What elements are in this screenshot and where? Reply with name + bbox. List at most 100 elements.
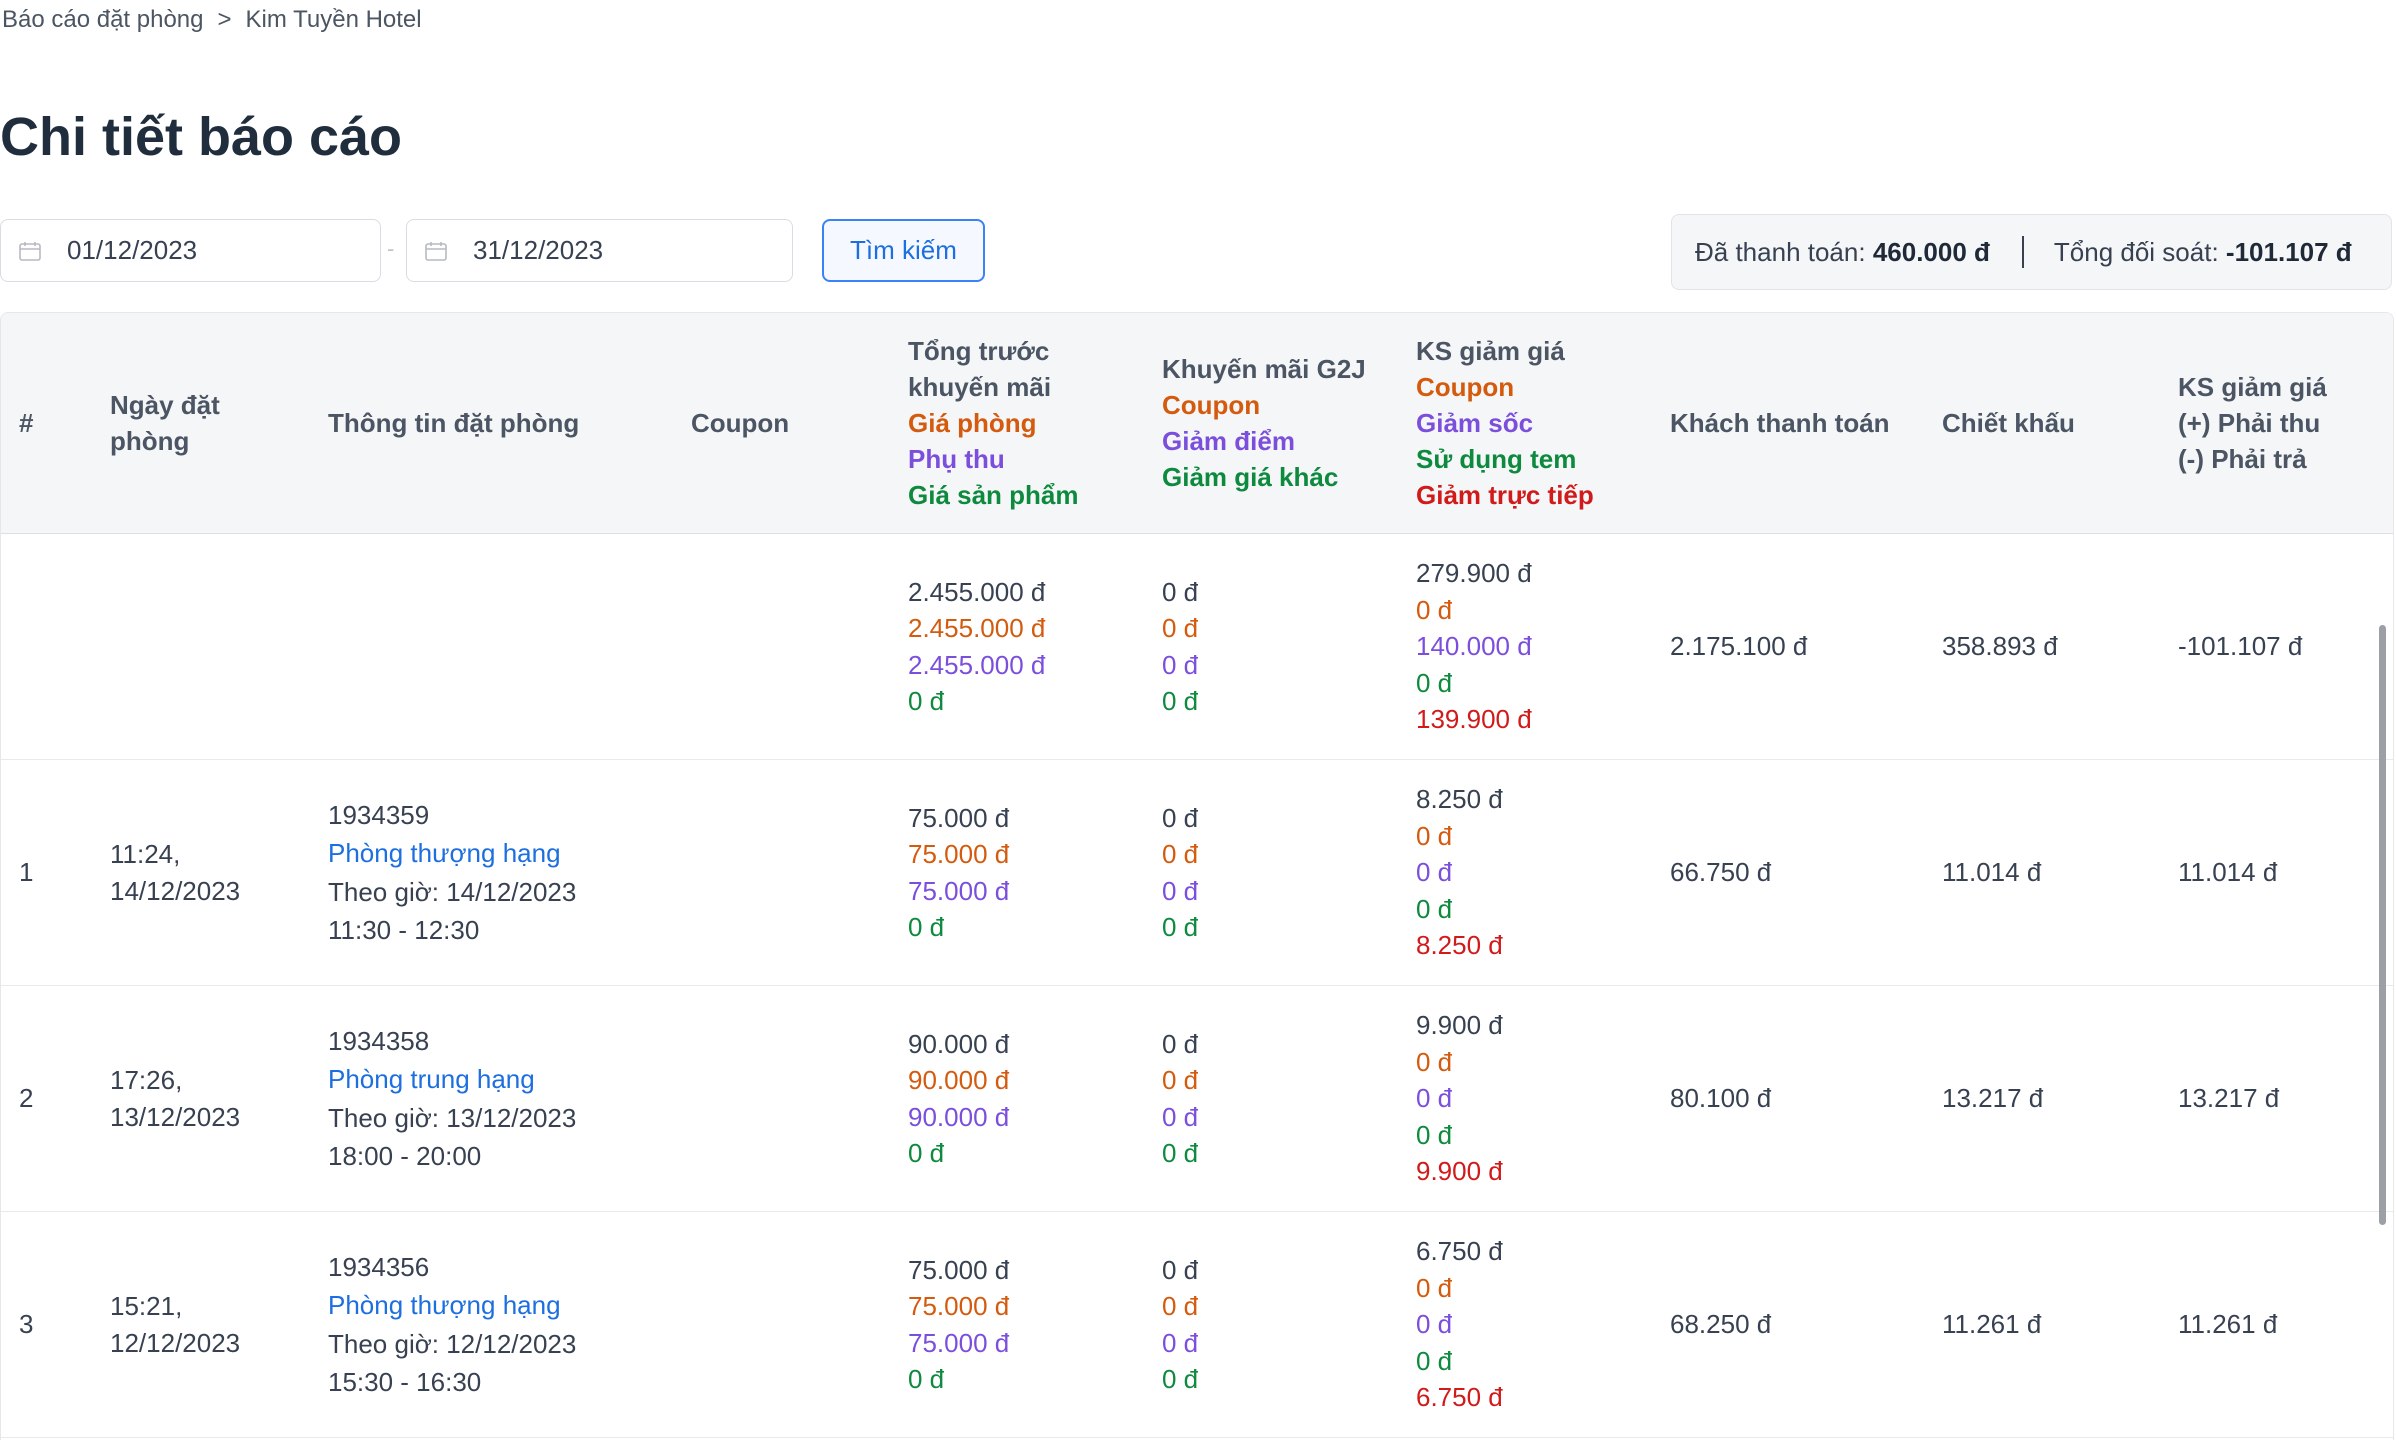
cell-value: 2.455.000 đ xyxy=(908,649,1046,680)
row-index: 3 xyxy=(19,1309,34,1340)
cell-value: 0 đ xyxy=(1416,667,1453,698)
breadcrumb-separator: > xyxy=(217,6,232,33)
table-summary-row: 2.455.000 đ 2.455.000 đ 2.455.000 đ 0 đ … xyxy=(1,534,2393,760)
cell-value: 0 đ xyxy=(1162,1291,1199,1321)
summary-pay-cell: 2.175.100 đ xyxy=(1670,534,1807,759)
row-date-cell: 15:21, 12/12/2023 xyxy=(110,1212,240,1437)
cell-value: 2.175.100 đ xyxy=(1670,631,1808,662)
cell-value: 75.000 đ xyxy=(908,839,1010,869)
header-index-label: # xyxy=(19,408,34,438)
cell-value: 66.750 đ xyxy=(1670,857,1772,888)
summary-divider xyxy=(2021,236,2024,268)
header-room-price: Giá phòng xyxy=(908,408,1037,438)
start-date-input[interactable] xyxy=(67,235,347,266)
row-final-cell: 11.261 đ xyxy=(2178,1212,2277,1437)
row-pay-cell: 66.750 đ xyxy=(1670,760,1771,985)
cell-value: 68.250 đ xyxy=(1670,1309,1772,1340)
cell-value: 9.900 đ xyxy=(1416,1010,1503,1041)
summary-box: Đã thanh toán: 460.000 đ Tổng đối soát: … xyxy=(1671,214,2392,290)
row-date-cell: 11:24, 14/12/2023 xyxy=(110,760,240,985)
search-button[interactable]: Tìm kiếm xyxy=(822,219,985,282)
row-index-cell: 1 xyxy=(19,760,33,985)
header-g2j-other: Giảm giá khác xyxy=(1162,462,1339,492)
header-final: KS giảm giá (+) Phải thu (-) Phải trả xyxy=(2178,313,2327,533)
cell-value: 0 đ xyxy=(1162,839,1199,869)
header-ks-coupon: Coupon xyxy=(1416,372,1515,402)
row-discount-cell: 11.014 đ xyxy=(1942,760,2041,985)
cell-value: 90.000 đ xyxy=(908,1065,1010,1095)
room-link[interactable]: Phòng trung hạng xyxy=(328,1060,576,1099)
cell-value: 75.000 đ xyxy=(908,875,1010,906)
cell-value: 0 đ xyxy=(908,912,945,942)
row-g2j-cell: 0 đ 0 đ 0 đ 0 đ xyxy=(1162,760,1198,985)
cell-value: 0 đ xyxy=(1162,686,1199,716)
calendar-icon xyxy=(425,241,447,261)
cell-value: 0 đ xyxy=(1162,649,1199,680)
cell-value: 279.900 đ xyxy=(1416,558,1532,589)
report-table: # Ngày đặt phòng Thông tin đặt phòng Cou… xyxy=(0,312,2394,1440)
row-index: 2 xyxy=(19,1083,34,1114)
cell-value: 0 đ xyxy=(1162,1101,1199,1132)
cell-value: 75.000 đ xyxy=(908,1254,1010,1285)
row-ks-cell: 6.750 đ 0 đ 0 đ 0 đ 6.750 đ xyxy=(1416,1212,1503,1437)
cell-value: 0 đ xyxy=(1416,1119,1453,1150)
cell-value: 0 đ xyxy=(1162,1327,1199,1358)
end-date-input[interactable] xyxy=(473,235,753,266)
row-date-cell: 17:26, 13/12/2023 xyxy=(110,986,240,1211)
row-final-cell: 11.014 đ xyxy=(2178,760,2277,985)
cell-value: 0 đ xyxy=(1416,857,1453,888)
booking-hourly-date: Theo giờ: 14/12/2023 xyxy=(328,876,577,907)
page-title: Chi tiết báo cáo xyxy=(0,107,403,167)
cell-value: 0 đ xyxy=(1416,1309,1453,1340)
row-pay-cell: 68.250 đ xyxy=(1670,1212,1771,1437)
header-info-label: Thông tin đặt phòng xyxy=(328,407,580,438)
room-link[interactable]: Phòng thượng hạng xyxy=(328,1286,576,1325)
row-info-cell: 1934356 Phòng thượng hạng Theo giờ: 12/1… xyxy=(328,1212,576,1437)
table-row: 3 15:21, 12/12/2023 1934356 Phòng thượng… xyxy=(1,1212,2393,1438)
header-final-line: KS giảm giá xyxy=(2178,372,2327,402)
cell-value: 358.893 đ xyxy=(1942,631,2058,662)
breadcrumb: Báo cáo đặt phòng > Kim Tuyền Hotel xyxy=(2,4,422,36)
cell-value: 13.217 đ xyxy=(2178,1083,2280,1114)
room-link[interactable]: Phòng thượng hạng xyxy=(328,834,576,873)
cell-value: 11.261 đ xyxy=(2178,1309,2278,1340)
cell-value: 75.000 đ xyxy=(908,802,1010,833)
summary-total-cell: 2.455.000 đ 2.455.000 đ 2.455.000 đ 0 đ xyxy=(908,534,1045,759)
booking-id: 1934356 xyxy=(328,1251,430,1282)
row-info-cell: 1934358 Phòng trung hạng Theo giờ: 13/12… xyxy=(328,986,576,1211)
row-g2j-cell: 0 đ 0 đ 0 đ 0 đ xyxy=(1162,1212,1198,1437)
date-range-separator: - xyxy=(387,236,395,261)
cell-value: 0 đ xyxy=(1162,576,1199,607)
start-date-picker[interactable] xyxy=(0,219,381,282)
cell-value: 0 đ xyxy=(1162,1028,1199,1059)
header-surcharge: Phụ thu xyxy=(908,444,1005,474)
booking-time: 17:26, xyxy=(110,1065,183,1095)
cell-value: 0 đ xyxy=(1416,893,1453,924)
header-coupon: Coupon xyxy=(691,313,789,533)
booking-hourly-date: Theo giờ: 12/12/2023 xyxy=(328,1328,577,1359)
header-ks-direct: Giảm trực tiếp xyxy=(1416,480,1594,510)
cell-value: 6.750 đ xyxy=(1416,1382,1503,1413)
row-g2j-cell: 0 đ 0 đ 0 đ 0 đ xyxy=(1162,986,1198,1211)
cell-value: 9.900 đ xyxy=(1416,1156,1503,1187)
header-coupon-label: Coupon xyxy=(691,408,790,438)
header-ks: KS giảm giá Coupon Giảm sốc Sử dụng tem … xyxy=(1416,313,1594,533)
cell-value: 8.250 đ xyxy=(1416,930,1503,961)
cell-value: 2.455.000 đ xyxy=(908,576,1046,607)
cell-value: 11.261 đ xyxy=(1942,1309,2042,1340)
cell-value: 0 đ xyxy=(1162,613,1199,643)
end-date-picker[interactable] xyxy=(406,219,793,282)
row-total-cell: 90.000 đ 90.000 đ 90.000 đ 0 đ xyxy=(908,986,1009,1211)
header-g2j: Khuyến mãi G2J Coupon Giảm điểm Giảm giá… xyxy=(1162,313,1366,533)
header-info: Thông tin đặt phòng xyxy=(328,313,579,533)
header-discount: Chiết khấu xyxy=(1942,313,2075,533)
cell-value: 8.250 đ xyxy=(1416,784,1503,815)
reconcile-label: Tổng đối soát: xyxy=(2053,236,2219,267)
scrollbar-thumb[interactable] xyxy=(2379,625,2386,1225)
table-scrollbar[interactable] xyxy=(2375,533,2393,1440)
cell-value: 75.000 đ xyxy=(908,1327,1010,1358)
breadcrumb-parent-link[interactable]: Báo cáo đặt phòng xyxy=(2,6,204,34)
header-date-line: Ngày đặt xyxy=(110,390,220,420)
cell-value: 0 đ xyxy=(1162,1065,1199,1095)
row-final-cell: 13.217 đ xyxy=(2178,986,2279,1211)
